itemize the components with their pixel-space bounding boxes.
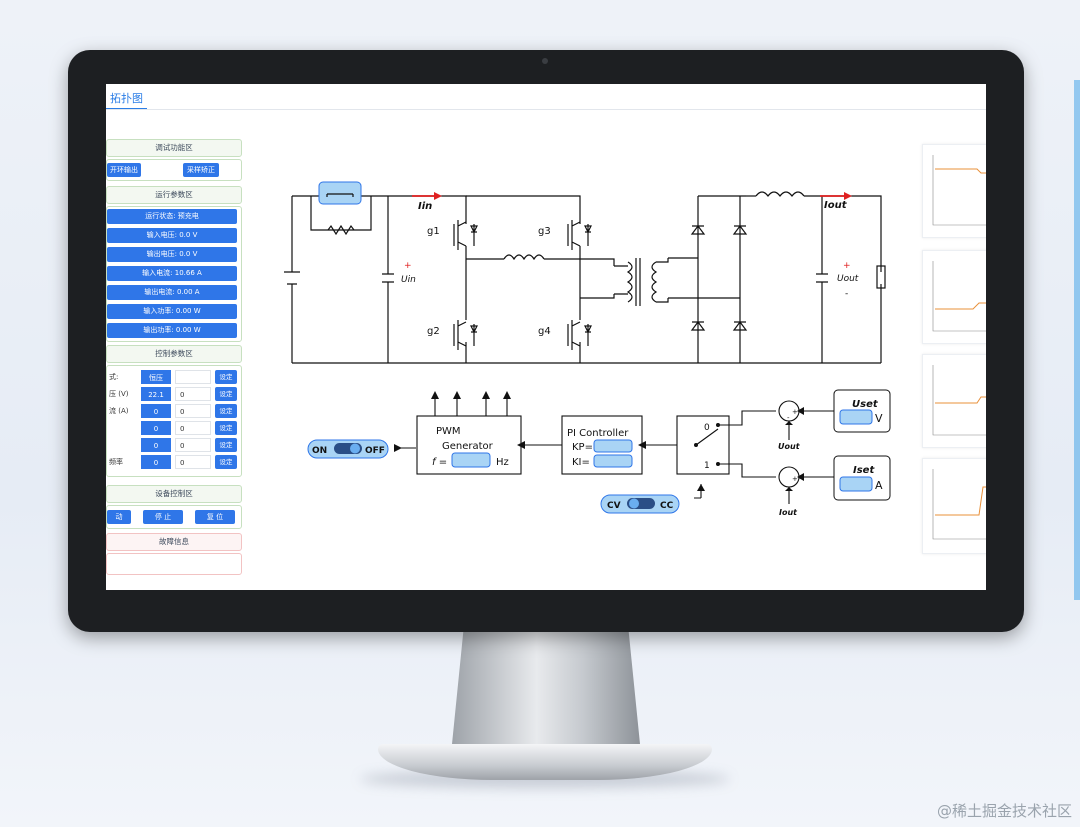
chart4-axes (932, 469, 986, 540)
bridge-mid-right (544, 258, 615, 299)
monitor-screen: 拓扑图 调试功能区 开环输出 采样矫正 运行参数区 运行状态: 预充电 输入电压… (106, 84, 986, 590)
ki-field[interactable] (593, 454, 633, 468)
pi-title: PI Controller (567, 428, 629, 439)
uset-label: Uset (852, 399, 879, 410)
camera-icon (542, 58, 548, 64)
mini-chart-1 (922, 144, 986, 238)
bridge-right-leg (466, 195, 581, 363)
diode-g3-icon (584, 224, 592, 246)
chart1-trace (935, 168, 986, 174)
switch-contact-0 (716, 423, 720, 427)
transformer-primary-icon (626, 261, 633, 303)
iset-sum-plus: + (792, 475, 798, 483)
chart2-axes (932, 261, 986, 332)
chart3-trace (935, 396, 986, 404)
transformer-secondary-wire (656, 258, 669, 303)
rectifier-lower-diodes-icon (690, 321, 748, 331)
onoff-arrowhead (394, 444, 402, 452)
g3-label: g3 (538, 226, 551, 237)
pwm-line2: Generator (442, 441, 494, 452)
transformer-core-icon (635, 258, 641, 306)
off-label: OFF (365, 446, 385, 456)
cv-label: CV (607, 501, 621, 511)
iin-arrow-head (434, 192, 442, 200)
chart3-axes (932, 365, 986, 436)
gate-signal-wires (434, 396, 508, 416)
uin-plus: + (404, 261, 412, 271)
dc-source-icon (284, 271, 300, 285)
chart2-trace (935, 302, 986, 310)
output-inductor-icon (755, 191, 805, 197)
monitor-stand-neck (452, 632, 640, 744)
switch-contact-1 (716, 462, 720, 466)
iset-label: Iset (853, 465, 875, 476)
precharge-switch[interactable] (318, 181, 362, 205)
iout-feedback-arrowhead (785, 487, 793, 491)
monitor-stand-base (378, 744, 712, 780)
switch-pivot (694, 443, 698, 447)
uset-sum-plus: + (792, 408, 798, 416)
iout-feedback-label: Iout (779, 508, 798, 517)
iout-label: Iout (824, 200, 848, 211)
uset-field[interactable] (839, 409, 873, 425)
transformer-secondary-icon (651, 261, 658, 303)
on-label: ON (312, 446, 327, 456)
switch-label-1: 1 (704, 461, 710, 471)
uout-label: Uout (837, 274, 859, 284)
on-off-knob (350, 443, 360, 454)
kp-field[interactable] (593, 439, 633, 453)
gate-arrowheads (431, 391, 511, 399)
iset-unit: A (875, 479, 883, 492)
frequency-field[interactable] (451, 452, 491, 468)
iin-label: Iin (418, 201, 432, 212)
diode-g2-icon (470, 324, 478, 346)
mini-chart-2 (922, 250, 986, 344)
inductor-icon (503, 254, 545, 261)
igbt-g2-icon (453, 320, 467, 350)
setpoint-wires (799, 410, 834, 478)
switch-label-0: 0 (704, 423, 710, 433)
uin-capacitor-icon (382, 273, 394, 283)
pwm-line1: PWM (436, 426, 461, 437)
uout-minus: - (845, 289, 848, 299)
chart4-trace (935, 486, 986, 516)
watermark: @稀土掘金技术社区 (936, 802, 1072, 820)
switch-bottom-path (718, 463, 776, 478)
cvcc-arrowhead (697, 484, 705, 491)
uout-capacitor-icon (816, 273, 828, 283)
uin-label: Uin (401, 275, 416, 285)
iset-field[interactable] (839, 476, 873, 492)
kp-label: KP= (572, 442, 593, 453)
igbt-g4-icon (567, 320, 581, 350)
rectifier-ac-wires (668, 257, 740, 299)
cv-cc-knob (629, 498, 639, 509)
igbt-g3-icon (567, 220, 581, 250)
uset-unit: V (875, 412, 883, 425)
diode-g1-icon (470, 224, 478, 246)
uout-plus: + (843, 261, 851, 271)
g1-label: g1 (427, 226, 440, 237)
pwm-hz-label: Hz (496, 457, 509, 468)
cc-label: CC (660, 501, 674, 511)
uout-feedback-label: Uout (778, 442, 801, 451)
ki-label: KI= (572, 457, 590, 468)
mini-chart-3 (922, 354, 986, 448)
diode-g4-icon (584, 324, 592, 346)
g2-label: g2 (427, 326, 440, 337)
side-accent-band (1074, 80, 1080, 600)
iout-arrow-head (844, 192, 852, 200)
igbt-g1-icon (453, 220, 467, 250)
topology-diagram: Iin Uin + Iout Uout + - g1 g2 g3 g4 PWM … (284, 181, 891, 517)
rectifier-legs (697, 196, 741, 363)
pwm-f-label: f = (432, 457, 447, 468)
chart1-axes (932, 155, 986, 226)
transformer-primary-wire (614, 265, 628, 295)
rectifier-upper-diodes-icon (690, 225, 748, 235)
g4-label: g4 (538, 326, 551, 337)
mini-chart-4 (922, 458, 986, 554)
